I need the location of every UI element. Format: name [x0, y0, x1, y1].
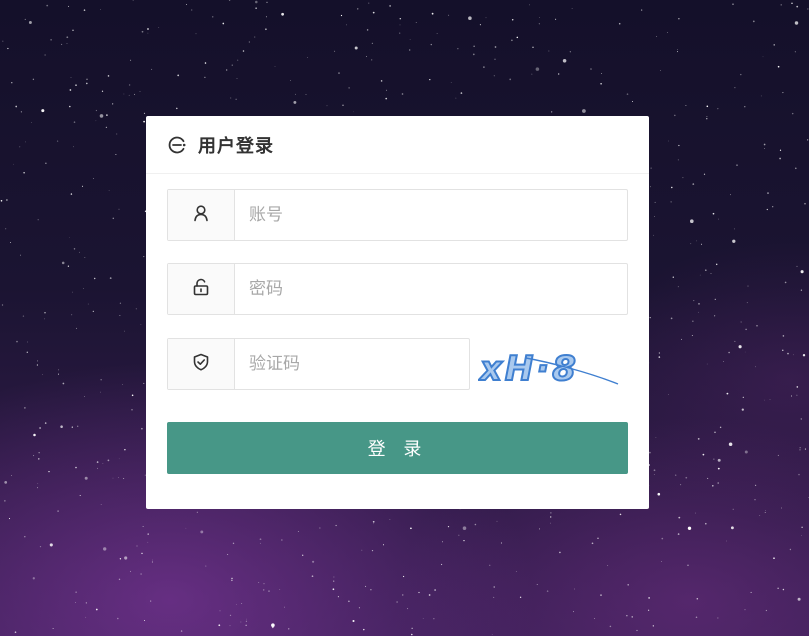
login-card-header: 用户登录	[146, 116, 649, 174]
account-input[interactable]	[235, 190, 627, 240]
captcha-image[interactable]: xH·8	[477, 344, 628, 390]
captcha-input[interactable]	[235, 339, 469, 389]
password-input[interactable]	[235, 264, 627, 314]
lock-icon	[192, 278, 210, 300]
password-prefix	[168, 264, 235, 314]
login-button[interactable]: 登 录	[167, 422, 628, 474]
login-card: 用户登录 账号 验证码 xH·8 登 录	[146, 116, 649, 509]
login-logo-icon	[168, 136, 186, 154]
user-icon	[192, 204, 210, 226]
password-field	[167, 263, 628, 315]
login-title: 用户登录	[198, 135, 274, 157]
captcha-field	[167, 338, 470, 390]
captcha-prefix	[168, 339, 235, 389]
shield-check-icon	[192, 353, 210, 375]
account-field	[167, 189, 628, 241]
captcha-text: xH·8	[478, 349, 579, 388]
account-prefix	[168, 190, 235, 240]
